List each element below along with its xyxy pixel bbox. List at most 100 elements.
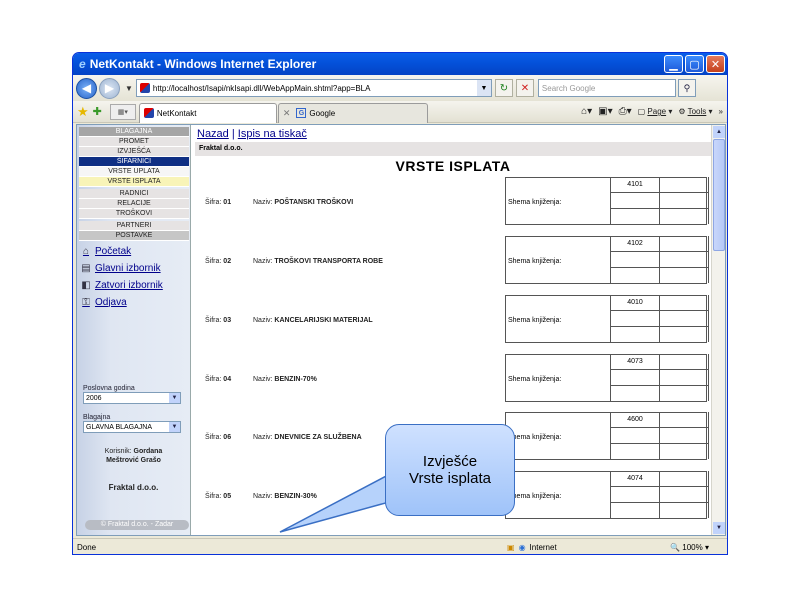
site-favicon-icon [139,83,150,93]
konto-empty-cell [660,327,709,342]
konto-empty-cell [660,354,709,370]
link-zatvori-izbornik[interactable]: ◧ Zatvori izbornik [80,278,190,292]
naziv-cell: Naziv: DNEVNICE ZA SLUŽBENA [253,434,362,441]
sifra-cell: Šifra: 02 [205,258,232,265]
link-separator: | [231,128,235,140]
window-title: NetKontakt - Windows Internet Explorer [89,57,317,71]
refresh-button[interactable]: ↻ [494,79,513,97]
command-bar: ⌂▾ ▣▾ ⎙▾ ▢ Page ▾ ⚙ Tools ▾ » [581,106,723,117]
menu-partneri[interactable]: PARTNERI [79,221,189,231]
tab-netkontakt[interactable]: NetKontakt [138,102,277,123]
title-bar: e NetKontakt - Windows Internet Explorer… [73,53,727,75]
konto-empty-cell [660,471,709,487]
konto-cell: 4010 [611,295,660,311]
konto-grid: 4074 [610,471,709,519]
sifra-cell: Šifra: 03 [205,317,232,324]
menu-troskovi[interactable]: TROŠKOVI [79,209,189,219]
forward-button[interactable]: ▶ [99,77,120,99]
konto-empty-cell [660,268,709,283]
konto-empty-cell [611,503,660,518]
zoom-control[interactable]: 🔍 100% ▾ [670,543,709,552]
logout-icon: ⚿ [82,296,90,308]
address-bar[interactable]: http://localhost/Isapi/nkIsapi.dll/WebAp… [135,79,492,97]
tab-google[interactable]: ✕ G Google [277,102,428,123]
feeds-icon[interactable]: ▣▾ [598,106,612,117]
link-odjava[interactable]: ⚿ Odjava [80,295,190,309]
history-dropdown-icon[interactable]: ▼ [125,84,133,93]
tab-row: ★ ✚ ▦▾ NetKontakt ✕ G Google ⌂▾ ▣▾ ⎙▾ ▢ … [73,101,727,123]
konto-empty-cell [660,193,709,209]
zone-info: ▣ ◉ Internet [507,543,637,552]
search-input[interactable]: Search Google [537,79,676,97]
print-icon[interactable]: ⎙▾ [619,106,632,117]
konto-empty-cell [660,177,709,193]
ispis-link[interactable]: Ispis na tiskač [238,128,307,140]
chevron-down-icon[interactable]: ▼ [169,393,180,403]
link-glavni-izbornik[interactable]: ▤ Glavni izbornik [80,261,190,275]
naziv-cell: Naziv: POŠTANSKI TROŠKOVI [253,199,354,206]
shema-label: Shema knjiženja: [508,199,562,206]
google-favicon-icon: G [296,108,307,118]
konto-empty-cell [611,487,660,503]
url-text[interactable]: http://localhost/Isapi/nkIsapi.dll/WebAp… [153,84,477,93]
scroll-down-icon[interactable]: ▼ [713,522,725,534]
close-menu-icon: ◧ [81,279,91,291]
sidebar-company: Fraktal d.o.o. [108,483,159,492]
home-page-icon[interactable]: ⌂▾ [581,106,592,117]
shema-label: Shema knjiženja: [508,317,562,324]
scroll-up-icon[interactable]: ▲ [713,126,725,138]
sifra-cell: Šifra: 01 [205,199,232,206]
minimize-button[interactable]: ▁ [664,55,683,73]
stop-button[interactable]: ✕ [515,79,534,97]
cashbox-select[interactable]: GLAVNA BLAGAJNA ▼ [83,421,181,433]
year-select[interactable]: 2006 ▼ [83,392,181,404]
menu-postavke[interactable]: POSTAVKE [79,231,189,241]
shema-label: Shema knjiženja: [508,493,562,500]
search-icon[interactable]: ⚲ [677,79,696,97]
quick-tabs-button[interactable]: ▦▾ [109,103,136,120]
konto-empty-cell [660,428,709,444]
shema-box: Shema knjiženja: 4101 [505,177,709,225]
link-pocetak[interactable]: ⌂ Početak [80,244,190,258]
shema-box: Shema knjiženja: 4102 [505,236,709,284]
menu-sifarnici[interactable]: ŠIFARNICI [79,157,189,167]
zone-label: Internet [529,543,557,552]
menu-radnici[interactable]: RADNICI [79,189,189,199]
callout-line-1: Izvješće [422,453,478,470]
back-button[interactable]: ◀ [76,77,97,99]
tools-menu[interactable]: ⚙ Tools ▾ [678,107,712,116]
shema-label: Shema knjiženja: [508,376,562,383]
menu-izvjesca[interactable]: IZVJEŠĆA [79,147,189,157]
konto-empty-cell [611,268,660,283]
favorites-star-icon[interactable]: ★ [77,104,89,120]
tab-close-icon[interactable]: ✕ [283,108,291,119]
more-chevron-icon[interactable]: » [719,107,723,116]
konto-empty-cell [611,444,660,459]
menu-vrste-uplata[interactable]: VRSTE UPLATA [79,167,189,177]
menu-vrste-isplata[interactable]: VRSTE ISPLATA [79,177,189,187]
menu-blagajna[interactable]: BLAGAJNA [79,127,189,137]
shema-box: Shema knjiženja: 4073 [505,354,709,402]
page-title: VRSTE ISPLATA [395,158,511,174]
menu-promet[interactable]: PROMET [79,137,189,147]
close-button[interactable]: ✕ [706,55,725,73]
konto-empty-cell [660,412,709,428]
shema-label: Shema knjiženja: [508,258,562,265]
chevron-down-icon[interactable]: ▼ [169,422,180,432]
konto-empty-cell [660,370,709,386]
address-row: ◀ ▶ ▼ http://localhost/Isapi/nkIsapi.dll… [73,75,727,101]
konto-empty-cell [660,236,709,252]
menu-relacije[interactable]: RELACIJE [79,199,189,209]
add-favorites-icon[interactable]: ✚ [93,105,102,118]
scrollbar[interactable]: ▲ ▼ [711,125,725,535]
nazad-link[interactable]: Nazad [197,128,229,140]
address-dropdown-icon[interactable]: ▼ [476,80,491,96]
shema-box: Shema knjiženja: 4010 [505,295,709,343]
konto-empty-cell [660,503,709,518]
scroll-thumb[interactable] [713,139,725,251]
menu-icon: ▤ [81,262,91,274]
maximize-button[interactable]: ▢ [685,55,704,73]
page-menu[interactable]: ▢ Page ▾ [638,107,673,116]
protected-mode-icon: ▣ [507,543,515,552]
konto-cell: 4074 [611,471,660,487]
